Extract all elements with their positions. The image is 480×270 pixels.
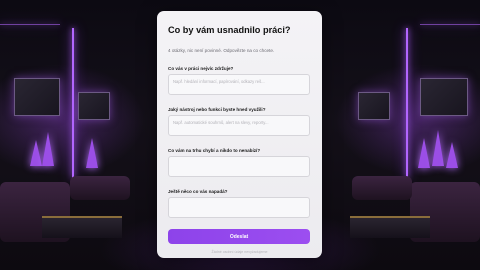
crystal-left-3 [86,138,98,168]
submit-button[interactable]: Odeslat [168,229,310,244]
wall-screen-left-2 [78,92,110,120]
privacy-note: Žádné osobní údaje nevyžadujeme [211,250,268,254]
neon-strip-left [72,28,74,178]
wall-screen-left [14,78,60,116]
wall-screen-right [420,78,468,116]
question-1-label: Co vás v práci nejvíc zdržuje? [168,66,234,71]
survey-card: Co by vám usnadnilo práci? 4 otázky, nic… [157,11,322,258]
question-1-input[interactable] [168,74,310,95]
question-4-label: Ještě něco co vás napadá? [168,189,228,194]
question-3-label: Co vám na trhu chybí a nikdo to nenabízí… [168,148,261,153]
question-2-label: Jaký nástroj nebo funkci byste hned využ… [168,107,266,112]
crystal-right-3 [446,142,458,168]
neon-strip-top-right [420,24,480,25]
neon-strip-right [406,28,408,178]
sofa-right-2 [352,176,412,200]
survey-title: Co by vám usnadnilo práci? [168,25,291,35]
question-4-input[interactable] [168,197,310,218]
survey-subtitle: 4 otázky, nic není povinné. Odpovězte na… [168,48,275,53]
crystal-right-1 [418,138,430,168]
table-right [350,216,430,238]
crystal-left-2 [42,132,54,166]
question-2-input[interactable] [168,115,310,136]
wall-screen-right-2 [358,92,390,120]
neon-strip-top [0,24,60,25]
table-left [42,216,122,238]
crystal-right-2 [432,130,444,166]
question-3-input[interactable] [168,156,310,177]
crystal-left-1 [30,140,42,166]
sofa-left-2 [70,176,130,200]
